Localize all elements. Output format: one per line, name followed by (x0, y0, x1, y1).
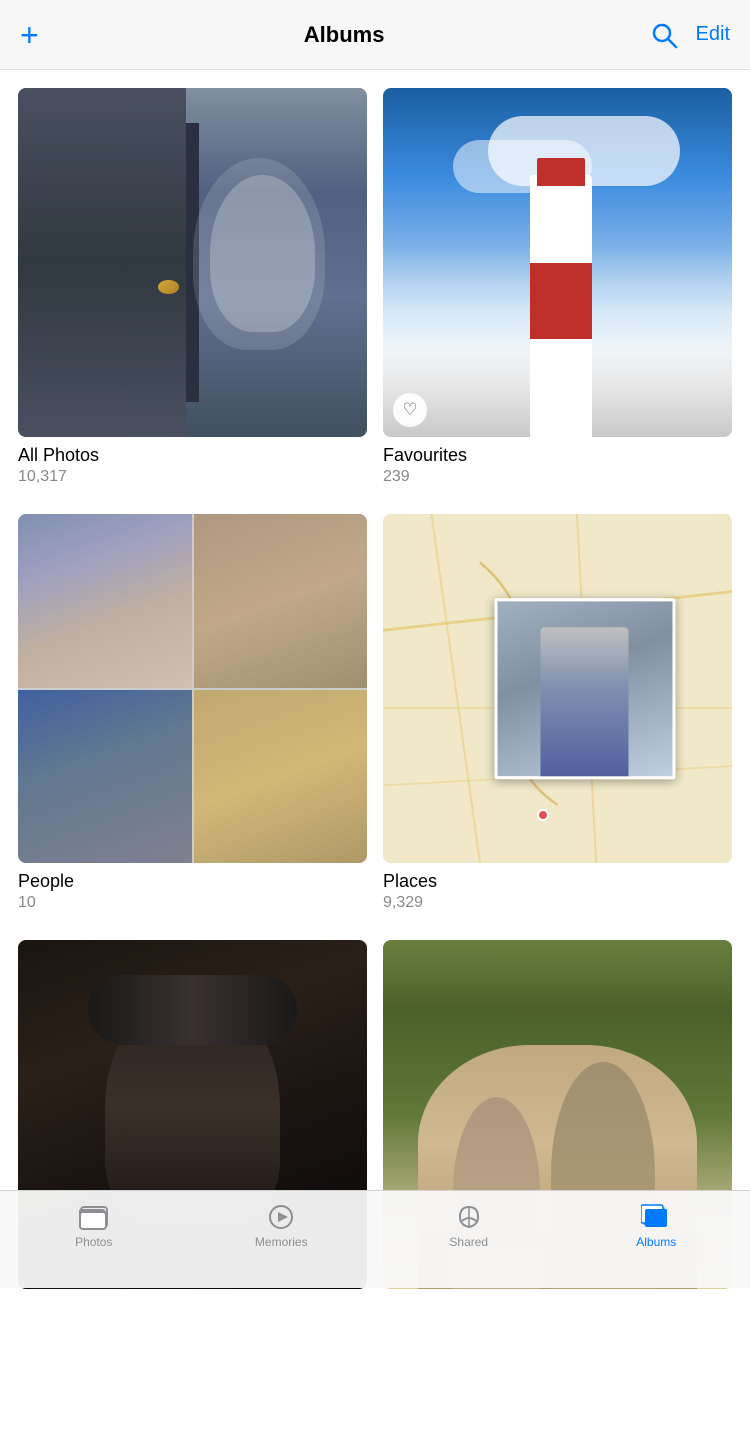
album-thumb-favourites: ♡ (383, 88, 732, 437)
album-name-all-photos: All Photos (18, 445, 367, 466)
album-item-people[interactable]: People 10 (18, 514, 367, 912)
album-name-favourites: Favourites (383, 445, 732, 466)
header: + Albums Edit (0, 0, 750, 70)
tab-item-shared[interactable]: Shared (419, 1203, 519, 1249)
album-count-places: 9,329 (383, 894, 732, 912)
tab-item-memories[interactable]: Memories (231, 1203, 331, 1249)
photos-icon (79, 1203, 109, 1231)
album-thumb-places (383, 514, 732, 863)
tab-item-albums[interactable]: Albums (606, 1203, 706, 1249)
album-count-people: 10 (18, 894, 367, 912)
album-name-people: People (18, 871, 367, 892)
album-count-favourites: 239 (383, 468, 732, 486)
tab-label-albums: Albums (636, 1235, 676, 1249)
shared-icon (454, 1203, 484, 1231)
tab-bar: Photos Memories Shared Albums (0, 1190, 750, 1288)
search-icon[interactable] (650, 21, 678, 49)
album-name-places: Places (383, 871, 732, 892)
tab-label-memories: Memories (255, 1235, 308, 1249)
add-button[interactable]: + (20, 19, 39, 51)
memories-icon (266, 1203, 296, 1231)
album-thumb-people (18, 514, 367, 863)
album-item-all-photos[interactable]: All Photos 10,317 (18, 88, 367, 486)
header-actions: Edit (650, 21, 730, 49)
album-item-places[interactable]: Places 9,329 (383, 514, 732, 912)
tab-item-photos[interactable]: Photos (44, 1203, 144, 1249)
album-count-all-photos: 10,317 (18, 468, 367, 486)
album-item-favourites[interactable]: ♡ Favourites 239 (383, 88, 732, 486)
edit-button[interactable]: Edit (696, 23, 730, 46)
albums-icon (641, 1203, 671, 1231)
tab-label-photos: Photos (75, 1235, 112, 1249)
album-thumb-all-photos (18, 88, 367, 437)
tab-label-shared: Shared (449, 1235, 488, 1249)
page-title: Albums (304, 22, 385, 48)
albums-grid: All Photos 10,317 ♡ (18, 88, 732, 1299)
